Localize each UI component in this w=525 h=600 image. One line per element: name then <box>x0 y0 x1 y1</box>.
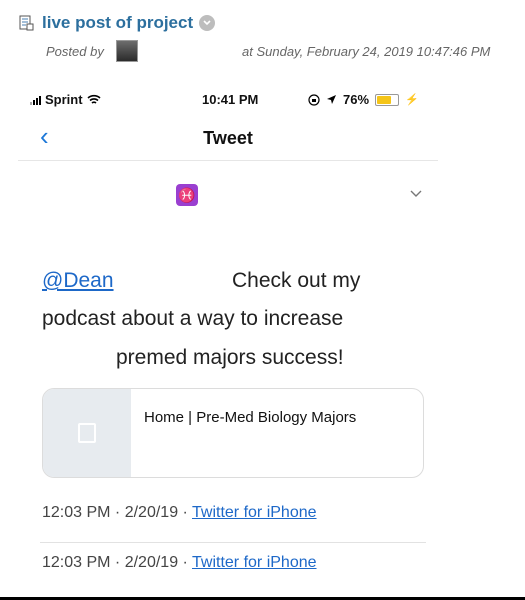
tweet-line3: premed majors success! <box>116 346 344 369</box>
tweet-meta: 12:03 PM · 2/20/19 · Twitter for iPhone <box>42 504 426 522</box>
divider <box>40 542 426 543</box>
status-bar: Sprint 10:41 PM 76% ⚡ <box>18 88 438 112</box>
info-icon[interactable] <box>199 15 216 31</box>
document-icon <box>19 15 34 31</box>
posted-by-label: Posted by <box>46 44 104 59</box>
link-card-title: Home | Pre-Med Biology Majors <box>144 409 357 426</box>
posted-timestamp: at Sunday, February 24, 2019 10:47:46 PM <box>242 44 491 59</box>
document-icon <box>78 423 96 443</box>
link-thumbnail <box>43 389 131 477</box>
carrier: Sprint <box>30 92 101 107</box>
nav-title: Tweet <box>203 128 253 148</box>
battery-icon <box>375 93 400 106</box>
profile-badge[interactable]: ♓ <box>176 184 198 206</box>
tweet-line2: podcast about a way to increase <box>42 307 344 330</box>
tweet-time: 12:03 PM · 2/20/19 · <box>42 504 193 521</box>
battery-percent: 76% <box>343 92 370 107</box>
status-time: 10:41 PM <box>202 92 259 107</box>
avatar[interactable] <box>116 40 138 62</box>
tweet-time: 12:03 PM · 2/20/19 · <box>42 554 193 571</box>
source-link[interactable]: Twitter for iPhone <box>192 554 317 571</box>
signal-icon <box>30 95 41 105</box>
post-header: live post of project <box>18 10 216 36</box>
tweet-screenshot: Sprint 10:41 PM 76% ⚡ ‹ Tweet ♓ @Dean Ch… <box>18 80 438 600</box>
nav-bar: ‹ Tweet <box>18 116 438 161</box>
tweet-meta: 12:03 PM · 2/20/19 · Twitter for iPhone <box>42 554 426 572</box>
carrier-name: Sprint <box>45 92 83 107</box>
right-status: 76% ⚡ <box>308 92 419 107</box>
orientation-lock-icon <box>308 93 320 106</box>
wifi-icon <box>87 94 101 104</box>
chevron-down-icon[interactable] <box>410 185 422 203</box>
location-icon <box>327 95 336 104</box>
mention-link[interactable]: @Dean <box>42 262 114 299</box>
post-title[interactable]: live post of project <box>42 13 193 33</box>
link-card[interactable]: Home | Pre-Med Biology Majors <box>42 388 424 478</box>
tweet-line1: Check out my <box>232 269 361 292</box>
source-link[interactable]: Twitter for iPhone <box>192 504 317 521</box>
charging-icon: ⚡ <box>405 94 419 106</box>
